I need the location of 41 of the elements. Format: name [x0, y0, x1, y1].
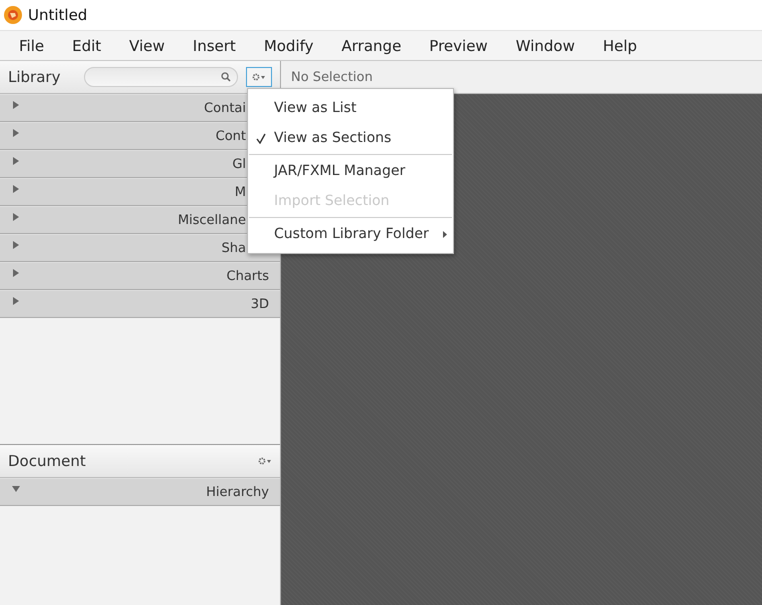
menu-item[interactable]: Modify	[252, 36, 325, 54]
section-label: Sha	[222, 240, 246, 256]
selection-label: No Selection	[291, 70, 373, 84]
expand-arrow-icon	[12, 101, 20, 109]
menu-item[interactable]: Insert	[182, 36, 247, 54]
menu-item[interactable]: Help	[592, 36, 648, 54]
expand-arrow-icon	[12, 157, 20, 165]
menu-item[interactable]: File	[8, 36, 56, 54]
section-label: Cont	[216, 128, 246, 144]
expand-arrow-icon	[12, 185, 20, 193]
expand-arrow-icon	[12, 297, 20, 305]
expand-arrow-icon	[12, 269, 20, 277]
collapse-arrow-icon	[12, 485, 20, 493]
section-header[interactable]: 3D	[0, 290, 280, 318]
panel-title: Library	[8, 68, 60, 86]
gear-icon	[252, 73, 266, 81]
section-header[interactable]: Hierarchy	[0, 478, 280, 506]
settings-button[interactable]	[246, 67, 272, 87]
section-label: Hierarchy	[206, 484, 269, 500]
section-label: Gl	[232, 156, 246, 172]
section-header[interactable]: Charts	[0, 262, 280, 290]
submenu-arrow-icon	[443, 230, 447, 238]
panel-title: Document	[8, 452, 86, 470]
search-icon	[221, 72, 232, 82]
section-label: 3D	[250, 296, 269, 312]
expand-arrow-icon	[12, 213, 20, 221]
section-label: M	[234, 184, 246, 200]
menu-item[interactable]: Preview	[418, 36, 499, 54]
expand-arrow-icon	[12, 241, 20, 249]
section-label: Charts	[226, 268, 269, 284]
menu-item[interactable]: Window	[504, 36, 586, 54]
expand-arrow-icon	[12, 129, 20, 137]
menu-item[interactable]: View	[118, 36, 176, 54]
section-label: Miscellane	[178, 212, 246, 228]
window-title: Untitled	[28, 6, 88, 24]
menu-item[interactable]: Edit	[61, 36, 112, 54]
search-field[interactable]	[84, 67, 238, 87]
app-logo-icon	[4, 6, 22, 24]
menu-item[interactable]: Arrange	[330, 36, 412, 54]
gear-icon	[258, 457, 272, 465]
section-label: Contai	[204, 100, 246, 116]
